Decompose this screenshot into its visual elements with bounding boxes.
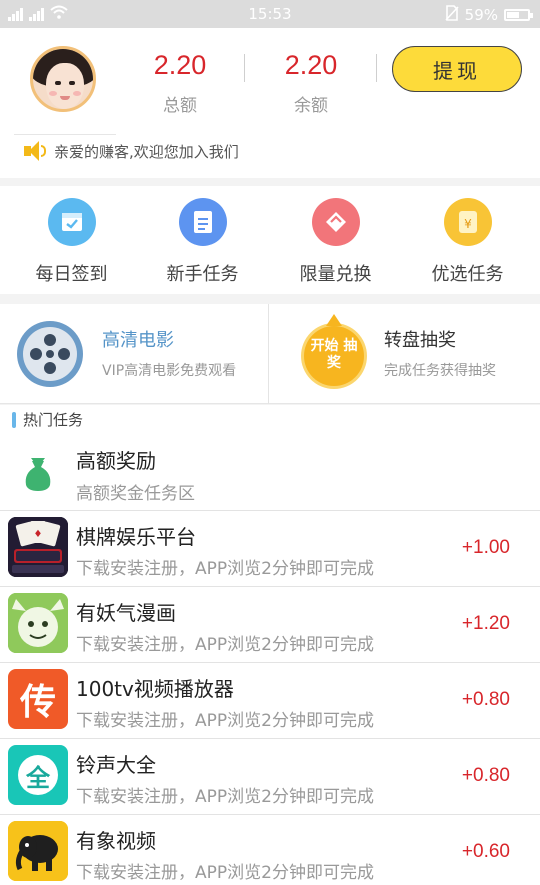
stat-divider <box>244 54 245 82</box>
quick-action-daily-checkin[interactable]: 每日签到 <box>4 198 139 286</box>
account-header: 2.20 总额 2.20 余额 提现 亲爱的赚客,欢迎您加入我们 <box>0 28 540 178</box>
notice-divider <box>14 134 116 135</box>
task-reward: +1.00 <box>461 537 510 558</box>
quick-action-newbie-tasks[interactable]: 新手任务 <box>135 198 270 286</box>
promo-title: 高清电影 <box>102 330 174 351</box>
task-reward: +0.60 <box>461 841 510 862</box>
chuan-character-icon: 传 <box>8 669 68 729</box>
calendar-check-icon <box>47 198 96 246</box>
task-title: 有象视频 <box>76 829 156 853</box>
promo-row: 高清电影 VIP高清电影免费观看 开始 抽奖 转盘抽奖 完成任务获得抽奖 <box>0 304 540 404</box>
status-bar: 15:53 59% <box>0 0 540 28</box>
quan-character-icon: 全 <box>8 745 68 805</box>
task-title: 有妖气漫画 <box>76 601 176 625</box>
section-header: 热门任务 <box>12 409 83 430</box>
quick-action-preferred-tasks[interactable]: ¥ 优选任务 <box>400 198 535 286</box>
svg-text:♦: ♦ <box>34 529 43 540</box>
quick-actions: 每日签到 新手任务 限量兑换 ¥ 优选任务 <box>0 186 540 294</box>
quick-action-limited-exchange[interactable]: 限量兑换 <box>268 198 403 286</box>
film-reel-icon <box>17 321 83 387</box>
task-title: 100tv视频播放器 <box>76 677 234 701</box>
quick-action-label: 限量兑换 <box>299 264 372 285</box>
notepad-icon <box>178 198 227 246</box>
exchange-icon <box>311 198 360 246</box>
promo-title: 转盘抽奖 <box>384 330 456 351</box>
promo-subtitle: VIP高清电影免费观看 <box>102 363 237 379</box>
battery-icon <box>504 9 533 21</box>
status-right: 59% <box>445 5 533 25</box>
task-row-ringtones[interactable]: 全 铃声大全 下载安装注册，APP浏览2分钟即可完成 +0.80 <box>0 739 540 815</box>
total-label: 总额 <box>163 96 197 116</box>
task-desc: 下载安装注册，APP浏览2分钟即可完成 <box>76 559 374 579</box>
elephant-icon <box>8 821 68 881</box>
withdraw-button[interactable]: 提现 <box>392 46 522 92</box>
balance-stat: 2.20 余额 <box>251 50 371 116</box>
promo-lottery[interactable]: 开始 抽奖 转盘抽奖 完成任务获得抽奖 <box>269 304 540 404</box>
battery-percent: 59% <box>464 6 498 24</box>
task-title: 高额奖励 <box>76 449 156 473</box>
notice-text: 亲爱的赚客,欢迎您加入我们 <box>54 142 239 161</box>
hot-tasks-section: 热门任务 高额奖励 高额奖金任务区 ♦ 棋牌娱乐平台 下载安装注册，APP浏览2… <box>0 405 540 885</box>
task-reward: +1.20 <box>461 613 510 634</box>
comic-face-icon <box>8 593 68 653</box>
svg-text:¥: ¥ <box>464 217 472 231</box>
section-title: 热门任务 <box>23 411 84 429</box>
task-row-elephant-video[interactable]: 有象视频 下载安装注册，APP浏览2分钟即可完成 +0.60 <box>0 815 540 885</box>
promo-hd-movies[interactable]: 高清电影 VIP高清电影免费观看 <box>0 304 268 404</box>
task-desc: 下载安装注册，APP浏览2分钟即可完成 <box>76 711 374 731</box>
lottery-wheel-icon: 开始 抽奖 <box>304 314 364 386</box>
task-reward: +0.80 <box>461 689 510 710</box>
task-title: 铃声大全 <box>76 753 156 777</box>
app-icon-text: 传 <box>19 682 56 723</box>
avatar[interactable] <box>30 46 96 112</box>
balance-amount: 2.20 <box>284 50 338 80</box>
task-row-chess-cards[interactable]: ♦ 棋牌娱乐平台 下载安装注册，APP浏览2分钟即可完成 +1.00 <box>0 511 540 587</box>
task-title: 棋牌娱乐平台 <box>76 525 196 549</box>
balance-label: 余额 <box>294 96 328 116</box>
stat-divider <box>376 54 377 82</box>
quick-action-label: 每日签到 <box>35 264 108 285</box>
no-sim-icon <box>445 5 459 25</box>
task-row-comic[interactable]: 有妖气漫画 下载安装注册，APP浏览2分钟即可完成 +1.20 <box>0 587 540 663</box>
task-row-100tv[interactable]: 传 100tv视频播放器 下载安装注册，APP浏览2分钟即可完成 +0.80 <box>0 663 540 739</box>
promo-subtitle: 完成任务获得抽奖 <box>384 363 496 379</box>
app-icon-text: 全 <box>18 755 58 795</box>
quick-action-label: 优选任务 <box>431 264 504 285</box>
section-marker <box>12 411 16 428</box>
total-stat: 2.20 总额 <box>120 50 240 116</box>
task-desc: 下载安装注册，APP浏览2分钟即可完成 <box>76 863 374 883</box>
speaker-icon <box>24 140 46 162</box>
total-amount: 2.20 <box>153 50 207 80</box>
task-reward: +0.80 <box>461 765 510 786</box>
task-row-high-reward[interactable]: 高额奖励 高额奖金任务区 <box>0 435 540 511</box>
welcome-notice: 亲爱的赚客,欢迎您加入我们 <box>24 140 239 162</box>
yuan-bag-icon: ¥ <box>443 198 492 246</box>
playing-cards-icon: ♦ <box>8 517 68 577</box>
task-desc: 高额奖金任务区 <box>76 484 195 504</box>
quick-action-label: 新手任务 <box>166 264 239 285</box>
money-bag-icon <box>8 441 68 501</box>
task-desc: 下载安装注册，APP浏览2分钟即可完成 <box>76 787 374 807</box>
task-desc: 下载安装注册，APP浏览2分钟即可完成 <box>76 635 374 655</box>
